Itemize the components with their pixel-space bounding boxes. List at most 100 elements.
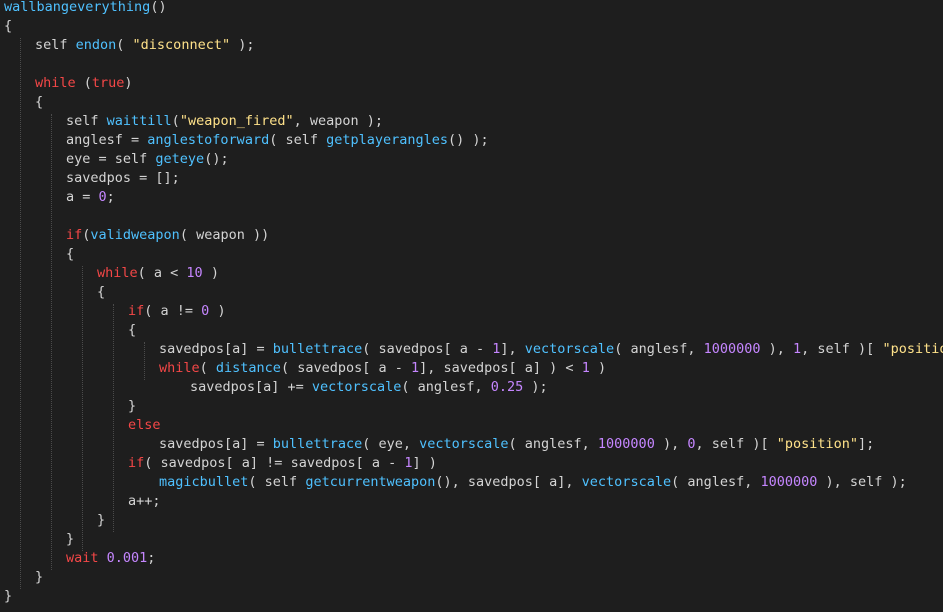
code-token: ( eye,	[362, 436, 420, 452]
code-token: "position"	[776, 436, 859, 452]
code-line[interactable]: self endon( "disconnect" );	[4, 36, 254, 55]
code-token: ();	[204, 151, 229, 167]
code-token: ],	[500, 341, 525, 357]
code-token: magicbullet	[159, 474, 249, 490]
code-token: while	[35, 75, 76, 91]
code-token: self	[66, 113, 107, 129]
code-token: 1	[793, 341, 802, 357]
code-token: 1	[404, 455, 413, 471]
code-token: bullettrace	[272, 436, 363, 452]
code-line[interactable]: }	[4, 511, 105, 530]
code-editor[interactable]: wallbangeverything(){self endon( "discon…	[0, 0, 943, 612]
code-line[interactable]: wallbangeverything()	[4, 0, 167, 17]
code-token: "disconnect"	[132, 37, 231, 53]
code-line[interactable]: magicbullet( self getcurrentweapon(), sa…	[4, 473, 907, 492]
code-token: (	[171, 113, 180, 129]
code-token: vectorscale	[311, 379, 402, 395]
code-line[interactable]: while( distance( savedpos[ a - 1], saved…	[4, 359, 606, 378]
code-line[interactable]: a = 0;	[4, 188, 115, 207]
code-line[interactable]: savedpos[a] = bullettrace( savedpos[ a -…	[4, 340, 943, 359]
code-token: savedpos[a] =	[159, 436, 273, 452]
code-line[interactable]: if( a != 0 )	[4, 302, 226, 321]
code-line[interactable]: else	[4, 416, 161, 435]
code-token: vectorscale	[419, 436, 509, 452]
code-token: getcurrentweapon	[305, 474, 436, 490]
code-line[interactable]: if( savedpos[ a] != savedpos[ a - 1] )	[4, 454, 437, 473]
code-token: validweapon	[90, 227, 180, 243]
code-token: }	[4, 588, 13, 604]
code-token: ( self	[248, 474, 306, 490]
code-token: endon	[75, 37, 117, 53]
code-token: );	[523, 379, 548, 395]
code-token: ( savedpos[ a] != savedpos[ a -	[144, 455, 405, 471]
code-token: 0	[98, 189, 107, 205]
code-token: ),	[654, 436, 688, 452]
code-token: {	[128, 322, 137, 338]
code-line[interactable]: }	[4, 397, 136, 416]
code-token: ];	[858, 436, 875, 452]
code-token: {	[4, 18, 13, 34]
code-token: )	[589, 360, 607, 376]
code-token: (	[116, 37, 133, 53]
code-token: ( anglesf,	[401, 379, 491, 395]
code-token: ( a !=	[144, 303, 202, 319]
code-token: if	[128, 455, 145, 471]
code-token: "weapon_fired"	[179, 113, 294, 129]
code-token: ( savedpos[ a -	[362, 341, 493, 357]
code-token: if	[66, 227, 83, 243]
code-token: anglestoforward	[147, 132, 270, 148]
code-token: ( anglesf,	[614, 341, 704, 357]
code-token: if	[128, 303, 145, 319]
code-line[interactable]: savedpos[a] = bullettrace( eye, vectorsc…	[4, 435, 874, 454]
code-token: else	[128, 417, 161, 433]
code-token: distance	[215, 360, 281, 376]
code-line[interactable]: self waittill("weapon_fired", weapon );	[4, 112, 383, 131]
code-line[interactable]: }	[4, 530, 74, 549]
code-token: 1	[581, 360, 590, 376]
code-line[interactable]: eye = self geteye();	[4, 150, 229, 169]
code-line[interactable]: a++;	[4, 492, 161, 511]
code-line[interactable]: }	[4, 568, 43, 587]
code-line[interactable]: }	[4, 587, 12, 606]
code-token: );	[230, 37, 255, 53]
code-line[interactable]: while( a < 10 )	[4, 264, 219, 283]
code-token: ( savedpos[ a -	[280, 360, 411, 376]
code-token: while	[97, 265, 138, 281]
code-token: ()	[150, 0, 167, 15]
code-line[interactable]: {	[4, 93, 43, 112]
code-line[interactable]: while (true)	[4, 74, 133, 93]
code-token: 0.25	[490, 379, 524, 395]
code-token: () );	[448, 132, 489, 148]
code-line[interactable]: {	[4, 245, 74, 264]
code-token: ( anglesf,	[508, 436, 598, 452]
code-token: 1	[410, 360, 420, 376]
code-token: }	[35, 569, 44, 585]
code-line[interactable]: {	[4, 283, 105, 302]
code-line[interactable]: {	[4, 17, 12, 36]
code-token: wait	[66, 550, 99, 566]
code-token: bullettrace	[272, 341, 363, 357]
code-line[interactable]: if(validweapon( weapon ))	[4, 226, 269, 245]
code-token: {	[97, 284, 106, 300]
code-token: true	[91, 75, 125, 91]
code-token: ( a <	[137, 265, 187, 281]
code-line[interactable]: wait 0.001;	[4, 549, 155, 568]
code-line[interactable]: savedpos[a] += vectorscale( anglesf, 0.2…	[4, 378, 548, 397]
code-token: }	[128, 398, 137, 414]
code-token: (	[199, 360, 216, 376]
code-line[interactable]: savedpos = [];	[4, 169, 180, 188]
code-line[interactable]: {	[4, 321, 136, 340]
code-line[interactable]: anglesf = anglestoforward( self getplaye…	[4, 131, 489, 150]
code-token: 10	[186, 265, 203, 281]
code-token: a++;	[128, 493, 161, 509]
code-token: 1000000	[760, 474, 818, 490]
code-token: )	[202, 265, 219, 281]
code-token: ( weapon ))	[179, 227, 270, 243]
code-token: a =	[66, 189, 99, 205]
code-token: ], savedpos[ a] ) <	[419, 360, 582, 376]
code-token: {	[66, 246, 75, 262]
code-token: ;	[147, 550, 156, 566]
code-token: ] )	[412, 455, 437, 471]
code-token: ), self );	[817, 474, 907, 490]
code-token: ;	[106, 189, 115, 205]
